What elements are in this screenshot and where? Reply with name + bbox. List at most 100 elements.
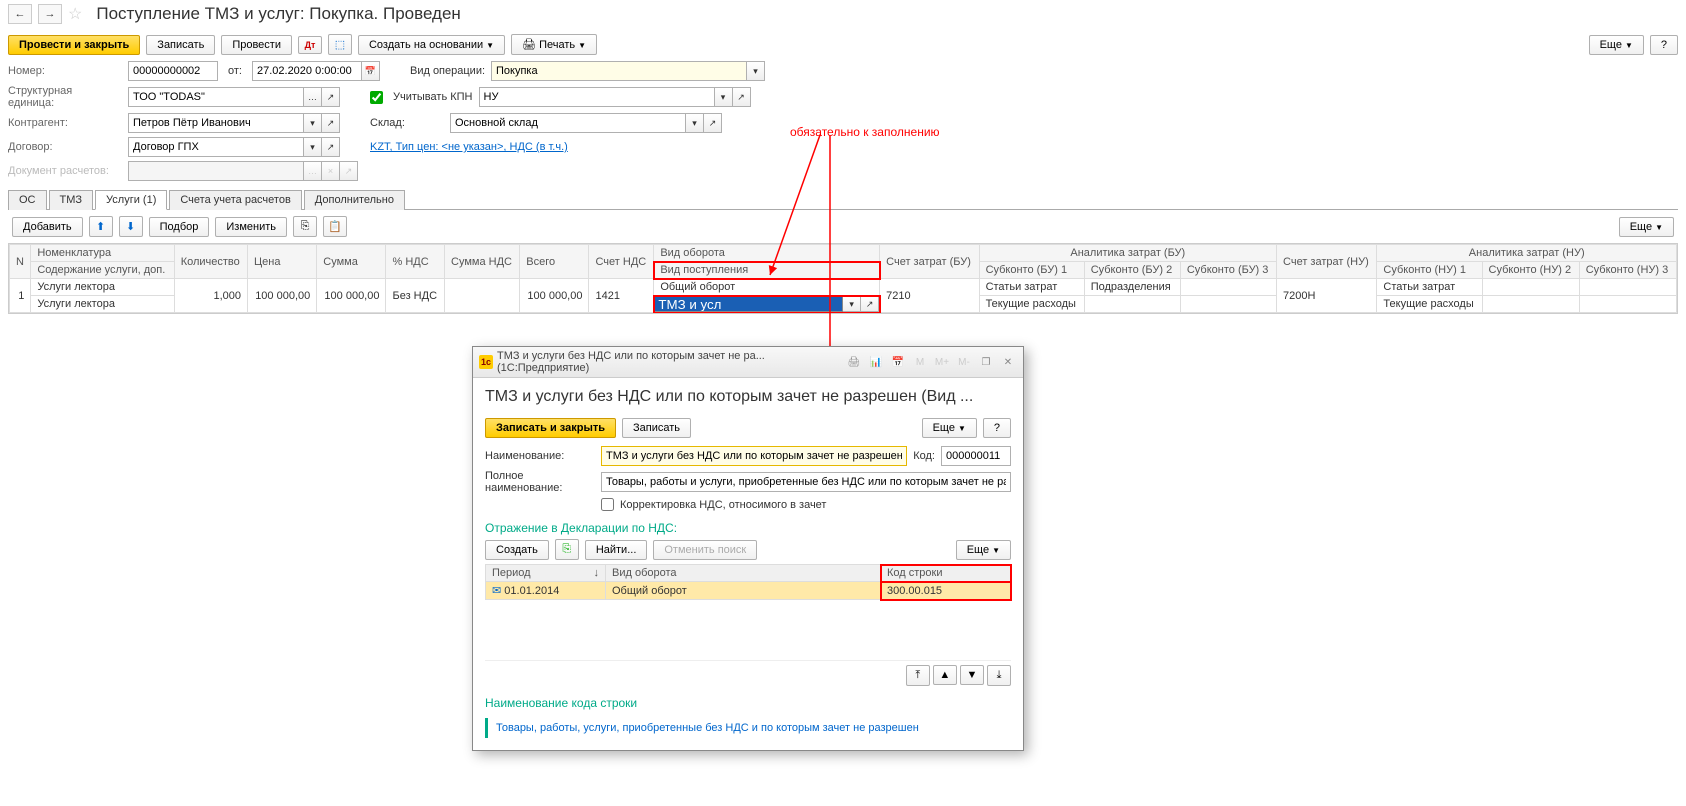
move-down-button[interactable]: ⬇ [119, 216, 143, 237]
structure-button[interactable]: ⬚ [328, 34, 352, 55]
date-input[interactable] [252, 61, 362, 81]
modal-save-close-button[interactable]: Записать и закрыть [485, 418, 616, 438]
th-analytics-bu[interactable]: Аналитика затрат (БУ) [979, 245, 1276, 262]
modal-close-icon[interactable]: ✕ [999, 354, 1017, 370]
favorite-star-icon[interactable]: ☆ [68, 4, 82, 24]
copy-button[interactable]: ⎘ [293, 216, 317, 237]
modal-code-input[interactable] [941, 446, 1011, 466]
change-button[interactable]: Изменить [215, 217, 287, 237]
modal-print-icon[interactable]: 🖨 [845, 354, 863, 370]
cell-vat-sum[interactable] [445, 279, 520, 313]
cell-total[interactable]: 100 000,00 [520, 279, 589, 313]
modal-calendar-icon[interactable]: 📅 [889, 354, 907, 370]
th-vat-acc[interactable]: Счет НДС [589, 245, 654, 279]
cell-nomenclature2[interactable]: Услуги лектора [31, 296, 174, 313]
td-turnover[interactable]: Общий оборот [606, 582, 881, 600]
th-qty[interactable]: Количество [174, 245, 247, 279]
cell-sub1b[interactable]: Текущие расходы [979, 296, 1084, 313]
org-open-icon[interactable]: ↗ [322, 87, 340, 107]
table-row[interactable]: 1 Услуги лектора 1,000 100 000,00 100 00… [10, 279, 1677, 296]
warehouse-dropdown-icon[interactable]: ▾ [686, 113, 704, 133]
td-period[interactable]: ✉ 01.01.2014 [486, 582, 606, 600]
help-button[interactable]: ? [1650, 35, 1678, 55]
tab-services[interactable]: Услуги (1) [95, 190, 167, 210]
th-sum[interactable]: Сумма [317, 245, 386, 279]
create-based-on-button[interactable]: Создать на основании▼ [358, 35, 505, 55]
warehouse-input[interactable] [450, 113, 686, 133]
contract-input[interactable] [128, 137, 304, 157]
print-button[interactable]: 🖨 Печать▼ [511, 34, 597, 55]
cell-nsub3[interactable] [1579, 279, 1676, 296]
modal-copy-button[interactable]: ⎘ [555, 539, 579, 560]
dt-kt-button[interactable]: Дт [298, 36, 322, 54]
paste-button[interactable]: 📋 [323, 216, 347, 237]
counterparty-open-icon[interactable]: ↗ [322, 113, 340, 133]
save-button[interactable]: Записать [146, 35, 215, 55]
move-up-button[interactable]: ⬆ [89, 216, 113, 237]
th-total[interactable]: Всего [520, 245, 589, 279]
th-cost-bu[interactable]: Счет затрат (БУ) [880, 245, 979, 279]
nav-last-icon[interactable]: ⤓ [987, 665, 1011, 686]
th-sub2[interactable]: Субконто (БУ) 2 [1084, 262, 1180, 279]
nav-up-icon[interactable]: ▲ [933, 665, 957, 685]
cell-nomenclature[interactable]: Услуги лектора [31, 279, 174, 296]
th-n[interactable]: N [10, 245, 31, 279]
tab-extra[interactable]: Дополнительно [304, 190, 405, 210]
receipt-dropdown-icon[interactable]: ▾ [843, 296, 861, 312]
modal-save-button[interactable]: Записать [622, 418, 691, 438]
cell-n[interactable]: 1 [10, 279, 31, 313]
th-nomenclature[interactable]: Номенклатура [31, 245, 174, 262]
number-input[interactable] [128, 61, 218, 81]
td-code[interactable]: 300.00.015 [881, 582, 1011, 600]
calendar-icon[interactable]: 📅 [362, 61, 380, 81]
post-and-close-button[interactable]: Провести и закрыть [8, 35, 140, 55]
th-nsub2[interactable]: Субконто (НУ) 2 [1482, 262, 1579, 279]
modal-corr-checkbox[interactable] [601, 498, 614, 511]
warehouse-open-icon[interactable]: ↗ [704, 113, 722, 133]
cell-vat-acc[interactable]: 1421 [589, 279, 654, 313]
more-button[interactable]: Еще▼ [1589, 35, 1644, 55]
cell-vat-pct[interactable]: Без НДС [386, 279, 445, 313]
tab-accounts[interactable]: Счета учета расчетов [169, 190, 301, 210]
org-ellipsis-icon[interactable]: … [304, 87, 322, 107]
currency-link[interactable]: KZT, Тип цен: <не указан>, НДС (в т.ч.) [370, 141, 568, 153]
cell-turnover[interactable]: Общий оборот [654, 279, 880, 296]
counterparty-dropdown-icon[interactable]: ▾ [304, 113, 322, 133]
nav-first-icon[interactable]: ⤒ [906, 665, 930, 686]
modal-more-button[interactable]: Еще▼ [922, 418, 977, 438]
cell-nsub1[interactable]: Статьи затрат [1377, 279, 1482, 296]
cell-sub1[interactable]: Статьи затрат [979, 279, 1084, 296]
th-vat-pct[interactable]: % НДС [386, 245, 445, 279]
contract-open-icon[interactable]: ↗ [322, 137, 340, 157]
cell-sub3[interactable] [1180, 279, 1276, 296]
modal-create-button[interactable]: Создать [485, 540, 549, 560]
cell-nsub1b[interactable]: Текущие расходы [1377, 296, 1482, 313]
th-vat-sum[interactable]: Сумма НДС [445, 245, 520, 279]
cell-cost-bu[interactable]: 7210 [880, 279, 979, 313]
op-type-input[interactable] [491, 61, 747, 81]
cell-sub2[interactable]: Подразделения [1084, 279, 1180, 296]
modal-fullname-input[interactable] [601, 472, 1011, 492]
add-row-button[interactable]: Добавить [12, 217, 83, 237]
modal-name-input[interactable] [601, 446, 907, 466]
post-button[interactable]: Провести [221, 35, 292, 55]
tab-os[interactable]: ОС [8, 190, 47, 210]
nav-down-icon[interactable]: ▼ [960, 665, 984, 685]
cell-sum[interactable]: 100 000,00 [317, 279, 386, 313]
modal-help-button[interactable]: ? [983, 418, 1011, 438]
select-button[interactable]: Подбор [149, 217, 210, 237]
table-more-button[interactable]: Еще▼ [1619, 217, 1674, 237]
kpn-input[interactable] [479, 87, 715, 107]
th-receipt-type[interactable]: Вид поступления [654, 262, 880, 279]
modal-restore-icon[interactable]: ❐ [977, 354, 995, 370]
th-turnover[interactable]: Вид оборота [654, 245, 880, 262]
th-sub3[interactable]: Субконто (БУ) 3 [1180, 262, 1276, 279]
kpn-checkbox[interactable] [370, 91, 383, 104]
cell-qty[interactable]: 1,000 [174, 279, 247, 313]
receipt-open-icon[interactable]: ↗ [861, 296, 879, 312]
th-sub1[interactable]: Субконто (БУ) 1 [979, 262, 1084, 279]
kpn-dropdown-icon[interactable]: ▾ [715, 87, 733, 107]
tab-tmz[interactable]: ТМЗ [49, 190, 94, 210]
th-cost-nu[interactable]: Счет затрат (НУ) [1277, 245, 1377, 279]
inner-table-row[interactable]: ✉ 01.01.2014 Общий оборот 300.00.015 [486, 582, 1011, 600]
